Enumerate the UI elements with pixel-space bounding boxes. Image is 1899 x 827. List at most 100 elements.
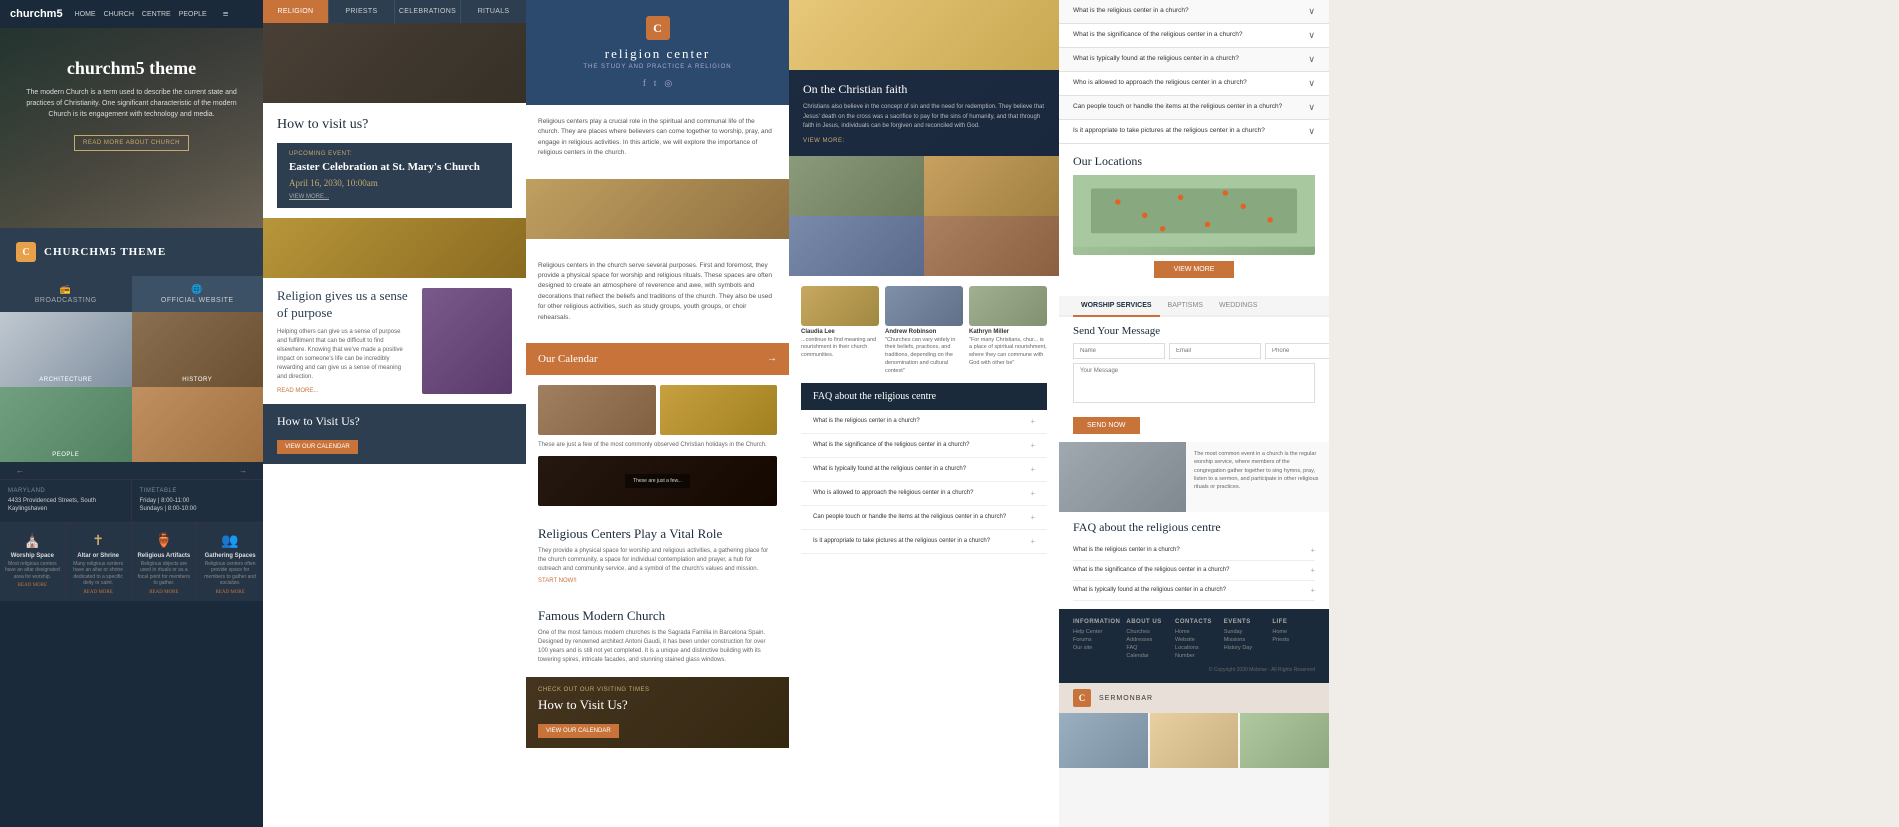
faq-item-6[interactable]: Is it appropriate to take pictures at th…	[801, 530, 1047, 554]
panel5-contact-form: Send Your Message SEND NOW	[1059, 317, 1329, 442]
email-input[interactable]	[1169, 343, 1261, 359]
visit-title: How to visit us?	[277, 117, 512, 133]
faq-item-4[interactable]: Who is allowed to approach the religious…	[801, 482, 1047, 506]
religion-read-more[interactable]: READ MORE...	[277, 388, 412, 394]
view-calendar-button[interactable]: VIEW OUR CALENDAR	[277, 440, 358, 454]
faq-expand-icon: +	[1030, 417, 1035, 426]
panel1-nav-links: HOME CHURCH CENTRE PEOPLE	[75, 11, 207, 18]
right-arrow-icon[interactable]: →	[239, 466, 247, 475]
worship-icon: ⛪	[4, 533, 61, 550]
worship-space-name: Worship Space	[4, 553, 61, 559]
faq-toggle-icon: ∨	[1308, 6, 1315, 17]
event-view-more-link[interactable]: VIEW MORE...	[289, 194, 500, 200]
tab-weddings[interactable]: WEDDINGS	[1211, 296, 1266, 317]
panel1-theme-title: CHURCHM5 THEME	[44, 246, 166, 258]
nav-link-home[interactable]: HOME	[75, 11, 96, 18]
timetable-label: TIMETABLE	[140, 488, 256, 494]
left-arrow-icon[interactable]: ←	[16, 466, 24, 475]
panel1-architecture-image: ARCHITECTURE	[0, 312, 132, 387]
tab-religion[interactable]: RELIGION	[263, 0, 329, 23]
faq-item-3[interactable]: What is typically found at the religious…	[801, 458, 1047, 482]
panel3-body: Religious centers play a crucial role in…	[526, 105, 789, 179]
hamburger-icon[interactable]: ≡	[223, 9, 229, 20]
send-message-button[interactable]: SEND NOW	[1073, 417, 1140, 434]
panel2-religion-image	[422, 288, 512, 394]
panel5-faq-item-2[interactable]: What is the significance of the religiou…	[1059, 24, 1329, 48]
faq-item-5[interactable]: Can people touch or handle the items at …	[801, 506, 1047, 530]
altar-read-more[interactable]: READ MORE	[70, 590, 127, 595]
panel-churchm5-theme: churchm5 HOME CHURCH CENTRE PEOPLE ≡ chu…	[0, 0, 263, 827]
facebook-icon[interactable]: f	[643, 78, 646, 89]
faq-bottom-plus-icon: +	[1310, 586, 1315, 595]
panel4-img-4	[924, 216, 1059, 276]
start-now-button[interactable]: START NOW!!	[538, 578, 777, 584]
panel2-event-banner: UPCOMING EVENT: Easter Celebration at St…	[277, 143, 512, 208]
gathering-name: Gathering Spaces	[201, 553, 259, 559]
phone-input[interactable]	[1265, 343, 1329, 359]
panel5-worship-tabs: WORSHIP SERVICES BAPTISMS WEDDINGS	[1059, 296, 1329, 317]
tab-worship-services[interactable]: WORSHIP SERVICES	[1073, 296, 1160, 317]
panel1-cta-button[interactable]: READ MORE ABOUT CHURCH	[74, 135, 189, 151]
panel3-header-sub: THE STUDY AND PRACTICE A RELIGION	[542, 64, 773, 70]
testimonial-2-text: "Churches can vary widely in their belie…	[885, 337, 963, 375]
footer-col-about: ABOUT US Churches Addresses FAQ Calendar	[1126, 619, 1169, 661]
nav-link-centre[interactable]: CENTRE	[142, 11, 171, 18]
name-input[interactable]	[1073, 343, 1165, 359]
footer-grid: INFORMATION Help Center Forums Our site …	[1073, 619, 1315, 661]
christian-faith-section: On the Christian faith Christians also b…	[789, 70, 1059, 156]
visit-calendar-button[interactable]: VIEW OUR CALENDAR	[538, 724, 619, 738]
panel5-faq-item-3[interactable]: What is typically found at the religious…	[1059, 48, 1329, 72]
twitter-icon[interactable]: t	[654, 78, 657, 89]
panel3-c-icon: C	[646, 16, 670, 40]
faq-item-1[interactable]: What is the religious center in a church…	[801, 410, 1047, 434]
visit-times-title: How to Visit Us?	[538, 697, 777, 713]
view-more-locations-button[interactable]: VIEW MORE	[1154, 261, 1234, 278]
message-textarea[interactable]	[1073, 363, 1315, 403]
gathering-read-more[interactable]: READ MORE	[201, 590, 259, 595]
tab-baptisms[interactable]: BAPTISMS	[1160, 296, 1211, 317]
panel5-faq-item-6[interactable]: Is it appropriate to take pictures at th…	[1059, 120, 1329, 144]
nav-link-people[interactable]: PEOPLE	[179, 11, 207, 18]
testimonial-1-image	[801, 286, 879, 326]
panel3-visit-times: CHECK OUT OUR VISITING TIMES How to Visi…	[526, 677, 789, 748]
instagram-icon[interactable]: ◎	[664, 78, 672, 89]
nav-link-church[interactable]: CHURCH	[104, 11, 134, 18]
faq-bottom-item-1[interactable]: What is the religious center in a church…	[1073, 541, 1315, 561]
panel3-gallery	[526, 385, 789, 435]
panel4-faq-header: FAQ about the religious centre	[801, 383, 1047, 410]
panel5-locations: Our Locations VIEW MORE	[1059, 144, 1329, 296]
testimonial-1: Claudia Lee ...continue to find meaning …	[801, 286, 879, 375]
tab-priests[interactable]: PRIESTS	[329, 0, 395, 23]
panel3-dark-image: These are just a few...	[538, 456, 777, 506]
testimonial-3-name: Kathryn Miller	[969, 329, 1047, 335]
broadcast-button[interactable]: 📻 BROADCASTING	[0, 276, 132, 312]
website-button[interactable]: 🌐 OFFICIAL WEBSITE	[132, 276, 264, 312]
panel3-calendar-bar[interactable]: Our Calendar →	[526, 343, 789, 375]
faq-bottom-item-3[interactable]: What is typically found at the religious…	[1073, 581, 1315, 601]
faq-item-2[interactable]: What is the significance of the religiou…	[801, 434, 1047, 458]
famous-church-title: Famous Modern Church	[538, 608, 777, 625]
faq-bottom-plus-icon: +	[1310, 546, 1315, 555]
panel3-header-title: religion center	[542, 46, 773, 62]
tab-rituals[interactable]: RITUALS	[461, 0, 526, 23]
maryland-label: MARYLAND	[8, 488, 123, 494]
panel2-religion-section: Religion gives us a sense of purpose Hel…	[263, 278, 526, 404]
religion-desc: Helping others can give us a sense of pu…	[277, 328, 412, 382]
panel5-faq-item-1[interactable]: What is the religious center in a church…	[1059, 0, 1329, 24]
view-more-link[interactable]: VIEW MORE:	[803, 138, 1045, 144]
testimonial-3: Kathryn Miller "For many Christians, chu…	[969, 286, 1047, 375]
artifacts-name: Religious Artifacts	[136, 553, 193, 559]
panel5-faq-item-4[interactable]: Who is allowed to approach the religious…	[1059, 72, 1329, 96]
worship-read-more[interactable]: READ MORE	[4, 583, 61, 588]
panel-faq-locations: What is the religious center in a church…	[1059, 0, 1329, 827]
timetable-value: Friday | 8:00-11:00 Sundays | 8:00-10:00	[140, 497, 256, 514]
panel1-hero-title: churchm5 theme	[16, 58, 247, 79]
faq-bottom-item-2[interactable]: What is the significance of the religiou…	[1073, 561, 1315, 581]
panel1-history-image: HISTORY	[132, 312, 264, 387]
footer-copyright: © Copyright 2030 Mobrise - All Rights Re…	[1073, 667, 1315, 673]
testimonial-1-text: ...continue to find meaning and nourishm…	[801, 337, 879, 360]
artifacts-read-more[interactable]: READ MORE	[136, 590, 193, 595]
testimonial-2-image	[885, 286, 963, 326]
tab-celebrations[interactable]: CELEBRATIONS	[395, 0, 461, 23]
panel5-faq-item-5[interactable]: Can people touch or handle the items at …	[1059, 96, 1329, 120]
